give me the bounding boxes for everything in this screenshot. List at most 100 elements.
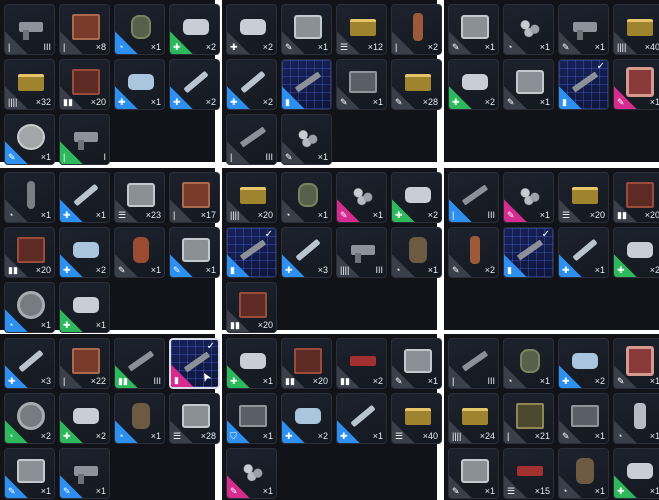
item-slot[interactable]: ◔ ×1 (391, 227, 442, 278)
item-slot[interactable]: ⛉ ×1 (226, 393, 277, 444)
item-slot[interactable]: ◔ ×1 (4, 172, 55, 223)
item-slot[interactable]: ☰ ×40 (391, 393, 442, 444)
item-slot[interactable]: | ×2 (391, 4, 442, 55)
item-slot[interactable]: ✎ ×1 (281, 114, 332, 165)
item-slot[interactable]: ✎ ×1 (4, 114, 55, 165)
item-slot[interactable]: | III (448, 172, 499, 223)
item-slot[interactable]: ▮▮ ×20 (59, 59, 110, 110)
item-quantity: ×32 (35, 97, 51, 107)
item-slot[interactable]: ✎ ×2 (448, 227, 499, 278)
item-slot[interactable]: ◔ ×2 (4, 393, 55, 444)
item-slot[interactable]: ◔ ×1 (114, 393, 165, 444)
item-slot[interactable]: ▮ ✓ (558, 59, 609, 110)
item-slot[interactable]: ◔ ×1 (4, 282, 55, 333)
item-slot[interactable]: ✎ ×1 (503, 59, 554, 110)
item-slot[interactable]: | III (226, 114, 277, 165)
sack-icon (127, 402, 155, 430)
item-slot[interactable]: ▮ ✓ (503, 227, 554, 278)
item-slot[interactable]: ✎ ×1 (503, 172, 554, 223)
item-slot[interactable]: ▮▮ ×20 (281, 338, 332, 389)
item-slot[interactable]: | I (59, 114, 110, 165)
item-slot[interactable]: ✚ ×2 (226, 59, 277, 110)
item-slot[interactable]: ◔ ×1 (503, 4, 554, 55)
item-slot[interactable]: ▮▮ ×2 (336, 338, 387, 389)
item-type-icon: ▮ (230, 265, 235, 275)
item-slot[interactable]: ✎ ×1 (114, 227, 165, 278)
item-slot[interactable]: ◔ ×1 (503, 338, 554, 389)
item-slot[interactable]: ✎ ×1 (558, 393, 609, 444)
item-quantity: ×12 (367, 42, 383, 52)
item-slot[interactable]: ✚ ×2 (558, 338, 609, 389)
rifle-icon (239, 236, 267, 264)
item-slot[interactable]: ☰ ×15 (503, 448, 554, 499)
item-slot[interactable]: ✚ ×2 (59, 393, 110, 444)
item-slot[interactable]: | ×22 (59, 338, 110, 389)
item-type-icon: ◔ (8, 431, 14, 441)
item-slot[interactable]: |||| ×24 (448, 393, 499, 444)
item-slot[interactable]: | ×17 (169, 172, 220, 223)
item-slot[interactable]: |||| ×32 (4, 59, 55, 110)
item-slot[interactable]: ✚ ×1 (114, 59, 165, 110)
item-slot[interactable]: ✎ ×28 (391, 59, 442, 110)
inventory-panel: | III ◔ ×1 ✚ ×2 ✎ ×1 |||| ×24 | ×21 ✎ ×1 ◔ ×1 ✎ ×1 ☰ ×15 ◔ ×1… (444, 334, 659, 500)
item-slot[interactable]: ☰ ×12 (336, 4, 387, 55)
item-slot[interactable]: ✚ ×2 (448, 59, 499, 110)
item-slot[interactable]: ◔ ×1 (281, 172, 332, 223)
item-slot[interactable]: ▮▮ ×20 (613, 172, 659, 223)
item-slot[interactable]: ✚ ×1 (226, 338, 277, 389)
item-slot[interactable]: ▮ (281, 59, 332, 110)
item-slot[interactable]: ✎ ×1 (336, 59, 387, 110)
item-slot[interactable]: ✚ ×1 (613, 448, 659, 499)
item-slot[interactable]: ✚ ×1 (59, 172, 110, 223)
item-slot[interactable]: ▮▮ ×20 (4, 227, 55, 278)
item-slot[interactable]: ✎ ×1 (448, 448, 499, 499)
item-slot[interactable]: | ×21 (503, 393, 554, 444)
item-quantity: ×2 (427, 42, 438, 52)
item-slot[interactable]: ✎ ×1 (448, 4, 499, 55)
item-slot[interactable]: ✚ ×1 (558, 227, 609, 278)
item-slot[interactable]: ▮ ✓ ➤ (169, 338, 220, 389)
item-slot[interactable]: ✚ ×2 (169, 4, 220, 55)
item-slot[interactable]: | III (448, 338, 499, 389)
item-type-icon: ✎ (617, 376, 625, 386)
item-slot[interactable]: ▮▮ III (114, 338, 165, 389)
item-slot[interactable]: ✎ ×1 (4, 448, 55, 499)
item-slot[interactable]: ✎ ×1 (613, 338, 659, 389)
item-slot[interactable]: ☰ ×23 (114, 172, 165, 223)
item-slot[interactable]: ◔ ×1 (114, 4, 165, 55)
item-grid: ✚ ×2 ✎ ×1 ☰ ×12 | ×2 ✚ ×2 ▮ ✎ ×1 ✎ ×28 | III ✎ ×1 (226, 4, 442, 165)
item-slot[interactable]: |||| III (336, 227, 387, 278)
item-slot[interactable]: ✚ ×1 (59, 282, 110, 333)
item-slot[interactable]: ✚ ×3 (281, 227, 332, 278)
item-slot[interactable]: ▮▮ ×20 (226, 282, 277, 333)
item-slot[interactable]: ◔ ×1 (613, 393, 659, 444)
item-slot[interactable]: |||| ×40 (613, 4, 659, 55)
item-slot[interactable]: ✎ ×1 (391, 338, 442, 389)
item-slot[interactable]: ✎ ×1 (226, 448, 277, 499)
item-slot[interactable]: ✎ ×1 (169, 227, 220, 278)
item-slot[interactable]: ✚ ×3 (4, 338, 55, 389)
item-slot[interactable]: ✎ ×1 (336, 172, 387, 223)
item-slot[interactable]: |||| ×20 (226, 172, 277, 223)
item-slot[interactable]: ✚ ×2 (391, 172, 442, 223)
item-slot[interactable]: ✚ ×2 (59, 227, 110, 278)
item-slot[interactable]: ✚ ×2 (226, 4, 277, 55)
item-slot[interactable]: ☰ ×28 (169, 393, 220, 444)
ammo-icon (626, 13, 654, 41)
item-slot[interactable]: ☰ ×20 (558, 172, 609, 223)
item-type-icon: ▮ (285, 97, 290, 107)
item-slot[interactable]: ◔ ×1 (558, 448, 609, 499)
parts-icon (516, 181, 544, 209)
item-slot[interactable]: ✎ ×1 (558, 4, 609, 55)
item-slot[interactable]: ✚ ×1 (336, 393, 387, 444)
item-slot[interactable]: ✎ ×1 (59, 448, 110, 499)
item-slot[interactable]: ✚ ×2 (281, 393, 332, 444)
item-slot[interactable]: | III (4, 4, 55, 55)
item-slot[interactable]: ✚ ×2 (613, 227, 659, 278)
item-slot[interactable]: ✎ ×1 (613, 59, 659, 110)
item-slot[interactable]: | ×8 (59, 4, 110, 55)
rifle-icon (239, 123, 267, 151)
item-slot[interactable]: ✚ ×2 (169, 59, 220, 110)
item-slot[interactable]: ✎ ×1 (281, 4, 332, 55)
item-slot[interactable]: ▮ ✓ (226, 227, 277, 278)
